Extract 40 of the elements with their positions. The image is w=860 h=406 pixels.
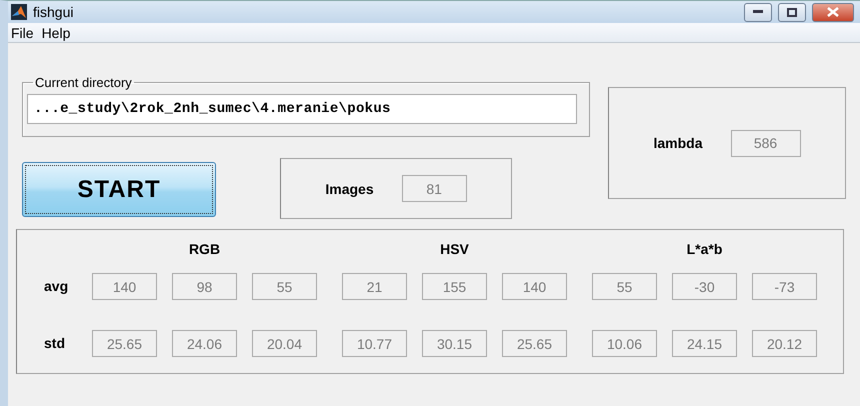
value-field: -73 (752, 273, 817, 300)
images-label: Images (325, 180, 374, 196)
panel-title: Current directory (34, 75, 133, 90)
value-field: -30 (672, 273, 737, 300)
value-field: 155 (422, 273, 487, 300)
row-label: avg (43, 278, 70, 296)
app-logo-icon (11, 4, 27, 20)
close-icon (827, 7, 839, 17)
value-field: 55 (592, 273, 657, 300)
value-field: 55 (252, 273, 317, 300)
start-button[interactable]: START (22, 162, 216, 217)
value-field: 25.65 (92, 330, 157, 357)
images-field: 81 (402, 175, 467, 202)
minimize-button[interactable] (744, 2, 772, 22)
column-header: RGB (188, 241, 220, 257)
column-header: HSV (440, 241, 469, 257)
value-field: 98 (172, 273, 237, 300)
row-label: std (43, 335, 66, 353)
value-field: 21 (342, 273, 407, 300)
directory-field[interactable]: ...e_study\2rok_2nh_sumec\4.meranie\pokus (27, 94, 577, 124)
lambda-label: lambda (653, 135, 702, 151)
value-field: 24.15 (672, 330, 737, 357)
close-button[interactable] (812, 2, 854, 22)
value-field: 30.15 (422, 330, 487, 357)
value-field: 10.77 (342, 330, 407, 357)
menu-item[interactable]: Help (42, 24, 70, 40)
column-header: L*a*b (686, 241, 722, 257)
value-field: 20.12 (752, 330, 817, 357)
minimize-icon (753, 10, 763, 14)
value-field: 24.06 (172, 330, 237, 357)
value-field: 10.06 (592, 330, 657, 357)
value-field: 140 (502, 273, 567, 300)
value-field: 140 (92, 273, 157, 300)
menu-item[interactable]: File (11, 24, 34, 40)
maximize-icon (787, 8, 797, 16)
maximize-button[interactable] (778, 2, 806, 22)
window-title: fishgui (33, 4, 74, 20)
value-field: 20.04 (252, 330, 317, 357)
lambda-field: 586 (730, 130, 800, 156)
value-field: 25.65 (502, 330, 567, 357)
